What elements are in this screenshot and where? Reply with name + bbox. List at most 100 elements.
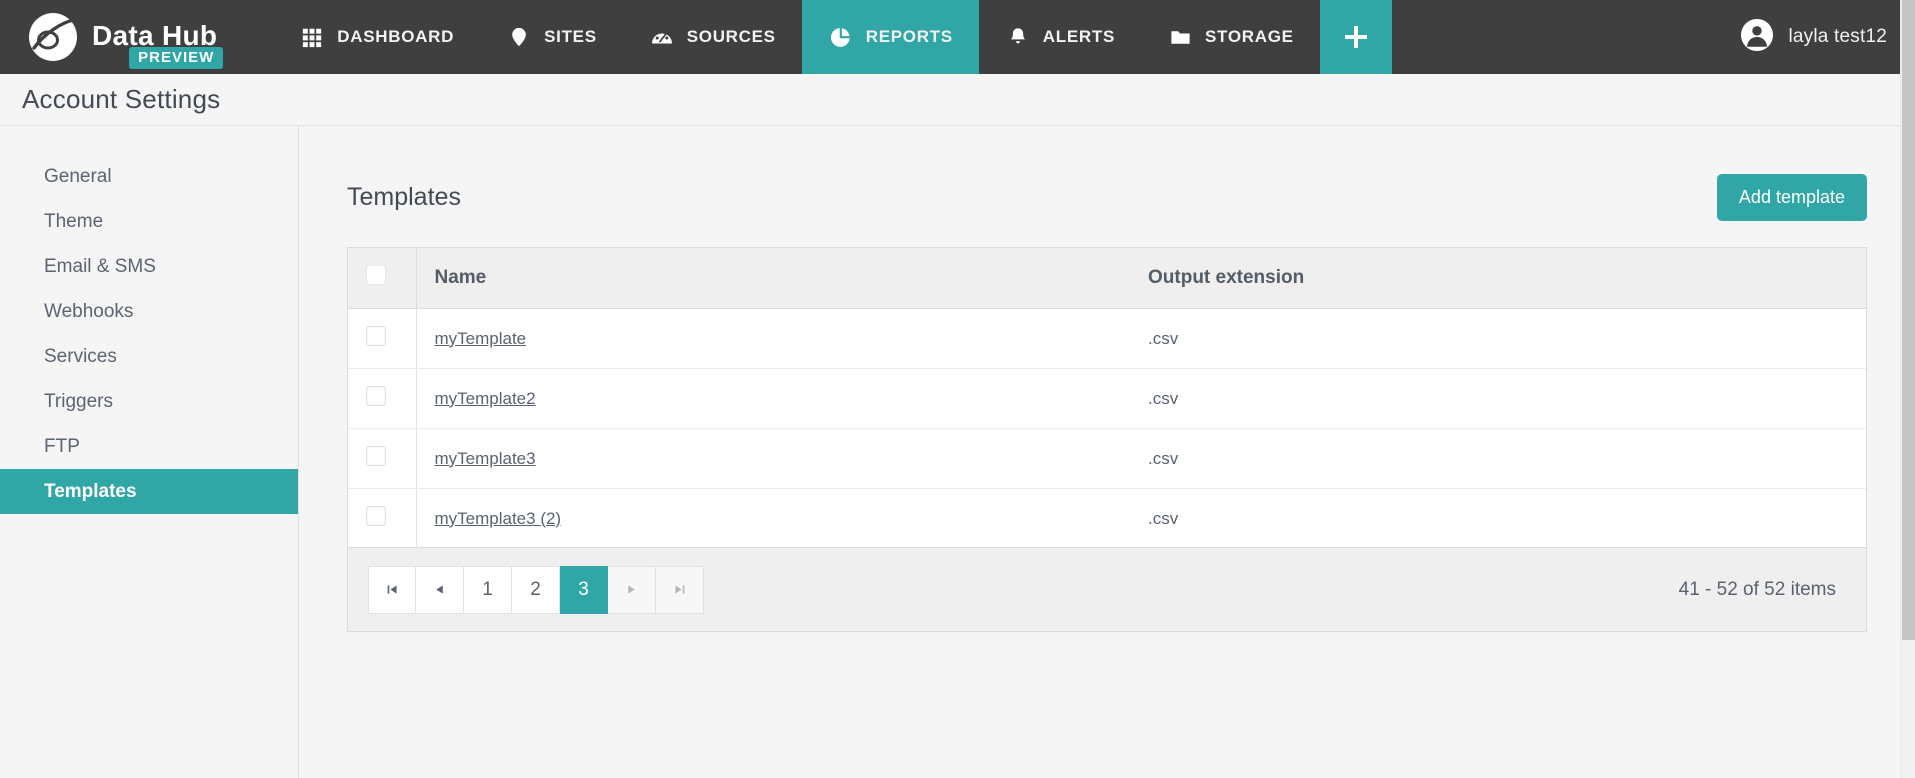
last-page-button[interactable] (656, 565, 704, 614)
sidebar-item-ftp[interactable]: FTP (0, 424, 298, 469)
templates-table: Name Output extension myTemplate .csv my… (348, 248, 1866, 547)
folder-icon (1167, 24, 1193, 50)
add-template-button[interactable]: Add template (1716, 174, 1867, 221)
nav-item-label: SITES (544, 27, 597, 46)
user-name-label: layla test12 (1788, 26, 1887, 47)
sidebar-item-label: Email & SMS (44, 255, 156, 277)
row-name-cell: myTemplate3 (2) (416, 488, 1134, 547)
sidebar-item-webhooks[interactable]: Webhooks (0, 289, 298, 334)
previous-page-button[interactable] (416, 565, 464, 614)
page-1-button[interactable]: 1 (464, 565, 512, 614)
row-extension-cell: .csv (1134, 368, 1866, 429)
preview-badge: PREVIEW (129, 47, 224, 69)
nav-item-dashboard[interactable]: DASHBOARD (273, 0, 480, 74)
next-page-icon (628, 585, 635, 594)
add-new-button[interactable] (1319, 0, 1392, 74)
first-page-button[interactable] (368, 565, 416, 614)
gauge-icon (649, 24, 675, 50)
sidebar-item-services[interactable]: Services (0, 334, 298, 379)
user-avatar-icon (1740, 18, 1774, 57)
table-head: Name Output extension (348, 248, 1866, 309)
table-body: myTemplate .csv myTemplate2 .csv myTempl… (348, 308, 1866, 547)
table-row[interactable]: myTemplate3 .csv (348, 428, 1866, 489)
row-select-cell (348, 368, 417, 429)
row-extension-cell: .csv (1134, 488, 1866, 547)
first-page-icon (387, 585, 397, 594)
settings-sidebar: General Theme Email & SMS Webhooks Servi… (0, 126, 299, 778)
sidebar-item-templates[interactable]: Templates (0, 469, 298, 514)
sidebar-item-triggers[interactable]: Triggers (0, 379, 298, 424)
page-title-bar: Account Settings (0, 74, 1915, 126)
panel-header: Templates Add template (347, 154, 1867, 247)
nav-item-label: STORAGE (1205, 27, 1294, 46)
panel-title: Templates (347, 183, 461, 211)
grid-icon (299, 24, 325, 50)
row-select-cell (348, 308, 417, 369)
sidebar-item-label: Webhooks (44, 300, 134, 322)
template-name-link[interactable]: myTemplate3 (2) (435, 509, 562, 528)
data-hub-logo-icon (26, 10, 80, 64)
plus-icon (1344, 26, 1367, 48)
row-select-cell (348, 428, 417, 489)
top-navigation-bar: Data Hub PREVIEW DASHBOARD SITES SOURCES… (0, 0, 1915, 74)
template-name-link[interactable]: myTemplate3 (435, 449, 536, 468)
row-checkbox[interactable] (366, 386, 386, 406)
page-scrollbar[interactable] (1900, 0, 1915, 778)
bell-icon (1005, 24, 1031, 50)
page-3-button[interactable]: 3 (560, 565, 608, 614)
map-pin-icon (506, 24, 532, 50)
templates-grid-scroll-area[interactable]: Name Output extension myTemplate .csv my… (348, 248, 1866, 547)
template-name-link[interactable]: myTemplate2 (435, 389, 536, 408)
sidebar-item-general[interactable]: General (0, 154, 298, 199)
page-scrollbar-thumb[interactable] (1902, 0, 1915, 640)
table-row[interactable]: myTemplate2 .csv (348, 368, 1866, 429)
last-page-icon (675, 585, 685, 594)
sidebar-item-theme[interactable]: Theme (0, 199, 298, 244)
pagination-bar: 1 2 3 41 - 52 of 52 items (348, 547, 1866, 631)
row-checkbox[interactable] (366, 326, 386, 346)
next-page-button[interactable] (608, 565, 656, 614)
page-layout: General Theme Email & SMS Webhooks Servi… (0, 126, 1915, 778)
top-nav-items: DASHBOARD SITES SOURCES REPORTS ALERTS S… (273, 0, 1392, 74)
row-checkbox[interactable] (366, 506, 386, 526)
user-menu[interactable]: layla test12 (1730, 0, 1915, 74)
row-name-cell: myTemplate3 (416, 428, 1134, 489)
template-name-link[interactable]: myTemplate (435, 329, 527, 348)
pagination-controls: 1 2 3 (368, 565, 704, 614)
sidebar-item-label: General (44, 165, 112, 187)
table-row[interactable]: myTemplate .csv (348, 308, 1866, 369)
row-select-cell (348, 488, 417, 547)
nav-item-label: SOURCES (686, 27, 776, 46)
sidebar-item-email-sms[interactable]: Email & SMS (0, 244, 298, 289)
row-checkbox[interactable] (366, 446, 386, 466)
nav-item-sources[interactable]: SOURCES (623, 0, 802, 74)
row-name-cell: myTemplate (416, 308, 1134, 369)
row-name-cell: myTemplate2 (416, 368, 1134, 429)
select-all-header-cell (348, 248, 417, 309)
templates-grid: Name Output extension myTemplate .csv my… (347, 247, 1867, 632)
select-all-checkbox[interactable] (366, 265, 386, 285)
sidebar-item-label: Theme (44, 210, 104, 232)
pie-chart-icon (828, 24, 854, 50)
sidebar-item-label: FTP (44, 435, 80, 457)
column-header-name[interactable]: Name (416, 248, 1134, 309)
page-2-button[interactable]: 2 (512, 565, 560, 614)
main-content: Templates Add template Name Output exten… (299, 126, 1915, 778)
table-row[interactable]: myTemplate3 (2) .csv (348, 488, 1866, 547)
sidebar-item-label: Services (44, 345, 117, 367)
nav-item-label: DASHBOARD (337, 27, 455, 46)
nav-item-label: REPORTS (865, 27, 953, 46)
previous-page-icon (436, 585, 443, 594)
row-extension-cell: .csv (1134, 428, 1866, 489)
sidebar-item-label: Triggers (44, 390, 113, 412)
table-header-row: Name Output extension (348, 248, 1866, 309)
nav-item-storage[interactable]: STORAGE (1141, 0, 1320, 74)
nav-item-reports[interactable]: REPORTS (801, 0, 979, 74)
sidebar-item-label: Templates (44, 480, 137, 502)
nav-item-alerts[interactable]: ALERTS (979, 0, 1141, 74)
nav-item-sites[interactable]: SITES (480, 0, 623, 74)
brand-logo-area[interactable]: Data Hub PREVIEW (0, 0, 235, 74)
row-extension-cell: .csv (1134, 308, 1866, 369)
column-header-output-extension[interactable]: Output extension (1134, 248, 1866, 309)
